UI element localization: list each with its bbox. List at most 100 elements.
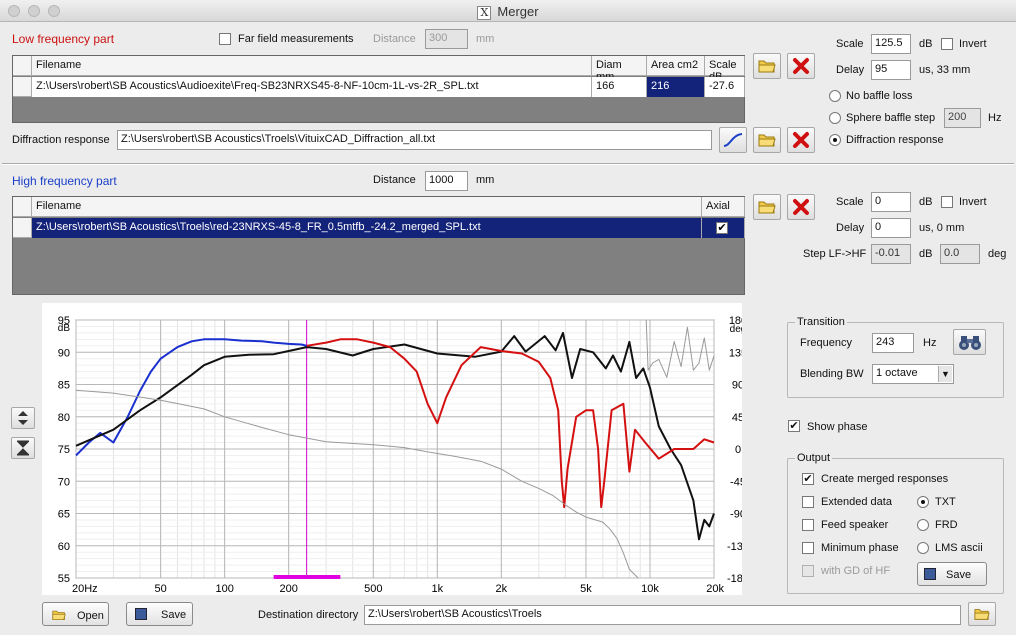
no-baffle-label: No baffle loss [846, 90, 913, 102]
high-row-header[interactable] [13, 218, 32, 238]
find-transition-button[interactable] [953, 329, 986, 355]
y-unit-label: dB [58, 323, 71, 334]
floppy-disk-icon [924, 568, 936, 580]
save-button[interactable]: Save [126, 602, 193, 626]
high-delay-input[interactable]: 0 [871, 218, 911, 238]
diffraction-response-radio[interactable] [829, 134, 841, 146]
transition-frequency-label: Frequency [800, 337, 852, 349]
high-open-folder-button[interactable] [753, 194, 781, 220]
low-col-scale[interactable]: Scale dB [705, 56, 745, 83]
high-invert-checkbox[interactable] [941, 196, 953, 208]
format-frd-label: FRD [935, 519, 958, 531]
destination-input[interactable]: Z:\Users\robert\SB Acoustics\Troels [364, 605, 961, 625]
window-titlebar: X Merger [0, 0, 1016, 22]
high-scale-label: Scale [836, 196, 864, 208]
sphere-baffle-input[interactable]: 200 [944, 108, 981, 128]
sphere-baffle-label: Sphere baffle step [846, 112, 936, 124]
high-remove-button[interactable] [787, 194, 815, 220]
low-file-table: Filename Diam mm Area cm2 Scale dB Z:\Us… [12, 55, 745, 123]
y2-tick-label: 90 [732, 380, 742, 392]
destination-label: Destination directory [258, 609, 359, 621]
high-distance-input[interactable]: 1000 [425, 171, 468, 191]
high-delay-unit: us, 0 mm [919, 222, 965, 234]
format-frd-radio[interactable] [917, 519, 929, 531]
blending-select[interactable]: 1 octave ▼ [872, 364, 954, 384]
y-tick-label: 55 [58, 573, 70, 585]
far-field-checkbox[interactable] [219, 33, 231, 45]
low-distance-unit: mm [476, 33, 495, 45]
format-txt-radio[interactable] [917, 496, 929, 508]
high-scale-input[interactable]: 0 [871, 192, 911, 212]
show-phase-label: Show phase [807, 421, 868, 433]
low-row-scale[interactable]: -27.6 [705, 77, 745, 97]
high-table-corner [13, 197, 32, 217]
high-distance-unit: mm [476, 174, 495, 186]
low-row-diam[interactable]: 166 [592, 77, 647, 97]
high-row-filename[interactable]: Z:\Users\robert\SB Acoustics\Troels\red-… [32, 218, 702, 238]
extended-data-label: Extended data [821, 496, 892, 508]
format-lms-label: LMS ascii [935, 542, 983, 554]
y2-tick-label: -45 [730, 476, 742, 488]
no-baffle-radio[interactable] [829, 90, 841, 102]
zoom-in-button[interactable] [11, 407, 35, 429]
diffraction-label: Diffraction response [12, 134, 110, 146]
sphere-baffle-radio[interactable] [829, 112, 841, 124]
high-scale-unit: dB [919, 196, 933, 208]
diffraction-file-input[interactable]: Z:\Users\robert\SB Acoustics\Troels\Vitu… [117, 130, 712, 150]
feed-speaker-checkbox[interactable] [802, 519, 814, 531]
transition-frequency-unit: Hz [923, 337, 937, 349]
low-delay-unit: us, 33 mm [919, 64, 971, 76]
low-frequency-title: Low frequency part [12, 32, 115, 46]
low-invert-checkbox[interactable] [941, 38, 953, 50]
x-tick-label: 2k [496, 583, 508, 595]
high-col-filename[interactable]: Filename [32, 197, 702, 217]
diffraction-remove-button[interactable] [787, 127, 815, 153]
step-label: Step LF->HF [803, 248, 867, 260]
expand-vertical-icon [18, 411, 28, 425]
low-scale-unit: dB [919, 38, 933, 50]
high-distance-label: Distance [373, 174, 416, 186]
low-distance-input[interactable]: 300 [425, 29, 468, 49]
y2-tick-label: 135 [729, 347, 742, 359]
extended-data-checkbox[interactable] [802, 496, 814, 508]
low-scale-input[interactable]: 125.5 [871, 34, 911, 54]
low-col-area[interactable]: Area cm2 [647, 56, 705, 76]
low-col-filename[interactable]: Filename [32, 56, 592, 76]
high-row-axial-cell: ✔ [702, 218, 745, 238]
blending-label: Blending BW [800, 368, 864, 380]
destination-browse-button[interactable] [968, 602, 996, 626]
low-row-area[interactable]: 216 [647, 77, 705, 97]
binoculars-icon [958, 336, 981, 350]
show-phase-checkbox[interactable]: ✔ [788, 420, 800, 432]
format-lms-radio[interactable] [917, 542, 929, 554]
minimum-phase-checkbox[interactable] [802, 542, 814, 554]
chart-panel: 20Hz 50 100 200 500 1k 2k 5k 10k 20k 55 60 65 70 75 80 8… [42, 303, 749, 595]
open-button-label: Open [77, 610, 104, 622]
y2-tick-label: 45 [732, 412, 742, 424]
low-row-filename[interactable]: Z:\Users\robert\SB Acoustics\Audioexite\… [32, 77, 592, 97]
low-delay-input[interactable]: 95 [871, 60, 911, 80]
frequency-response-chart[interactable]: 20Hz 50 100 200 500 1k 2k 5k 10k 20k 55 60 65 70 75 80 8… [42, 303, 749, 595]
zoom-out-button[interactable] [11, 437, 35, 459]
low-col-diam[interactable]: Diam mm [592, 56, 647, 83]
low-remove-button[interactable] [787, 53, 815, 79]
transition-frequency-input[interactable]: 243 [872, 333, 914, 353]
feed-speaker-label: Feed speaker [821, 519, 889, 531]
folder-icon [758, 201, 776, 214]
x-tick-label: 500 [364, 583, 382, 595]
output-save-button[interactable]: Save [917, 562, 987, 586]
blending-select-value: 1 octave [876, 367, 918, 379]
low-open-folder-button[interactable] [753, 53, 781, 79]
high-row-axial-checkbox[interactable]: ✔ [716, 222, 728, 234]
high-col-axial[interactable]: Axial [702, 197, 745, 217]
diffraction-curve-button[interactable] [719, 127, 747, 153]
create-merged-checkbox[interactable]: ✔ [802, 473, 814, 485]
open-button[interactable]: Open [42, 602, 109, 626]
window-title: X Merger [0, 4, 1016, 20]
sphere-baffle-unit: Hz [988, 112, 1002, 124]
diffraction-open-button[interactable] [753, 127, 781, 153]
low-row-header[interactable] [13, 77, 32, 97]
y2-tick-label: 0 [735, 444, 741, 456]
diffraction-response-radio-label: Diffraction response [846, 134, 944, 146]
chevron-down-icon: ▼ [938, 366, 952, 382]
